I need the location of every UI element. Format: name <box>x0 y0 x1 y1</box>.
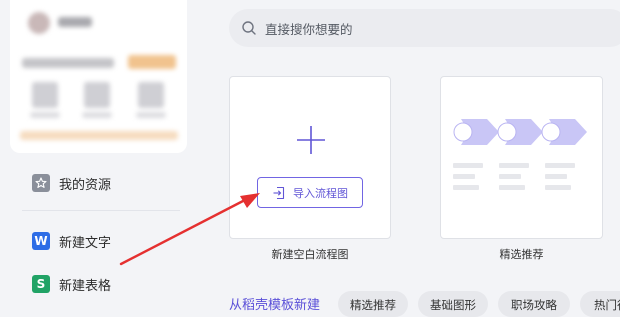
import-flowchart-button[interactable]: 导入流程图 <box>257 177 363 208</box>
stat-label-2 <box>82 112 112 118</box>
stat-block-1 <box>32 82 58 108</box>
promo-strip-redacted <box>20 131 178 140</box>
sidebar-item-label: 新建文字 <box>59 235 112 251</box>
sidebar: 我的资源 W 新建文字 S 新建表格 <box>0 0 197 309</box>
stat-label-3 <box>136 112 166 118</box>
wps-writer-icon: W <box>32 232 50 250</box>
search-placeholder: 直接搜你想要的 <box>265 21 353 37</box>
stat-label-1 <box>30 112 60 118</box>
new-blank-flowchart-card[interactable]: 导入流程图 <box>229 76 391 239</box>
new-blank-flowchart-caption: 新建空白流程图 <box>271 248 349 261</box>
import-flowchart-label: 导入流程图 <box>293 186 348 200</box>
featured-template-card[interactable] <box>440 76 603 239</box>
username-redacted <box>58 17 92 27</box>
sidebar-divider <box>22 210 180 211</box>
member-badge-redacted <box>128 55 176 69</box>
wps-sheet-icon: S <box>32 275 50 293</box>
search-input[interactable]: 直接搜你想要的 <box>229 9 620 47</box>
sidebar-item-new-document[interactable]: W 新建文字 <box>22 224 187 258</box>
stat-block-3 <box>138 82 164 108</box>
stat-block-2 <box>84 82 110 108</box>
template-section-title[interactable]: 从稻壳模板新建 <box>229 294 320 313</box>
sidebar-item-my-resources[interactable]: 我的资源 <box>22 166 187 200</box>
user-profile-card[interactable] <box>10 0 187 153</box>
sidebar-item-label: 新建表格 <box>59 278 112 294</box>
sidebar-item-label: 我的资源 <box>59 177 112 193</box>
avatar <box>28 12 50 34</box>
featured-template-caption: 精选推荐 <box>499 248 544 261</box>
template-chip-workplace[interactable]: 职场攻略 <box>498 291 570 317</box>
search-icon <box>242 21 256 35</box>
sidebar-item-new-spreadsheet[interactable]: S 新建表格 <box>22 267 187 301</box>
featured-template-thumbnail <box>453 119 587 190</box>
template-chip-popular[interactable]: 热门行 <box>580 291 620 317</box>
import-file-icon <box>273 186 285 199</box>
plus-icon <box>297 126 325 154</box>
template-chip-featured[interactable]: 精选推荐 <box>338 291 408 317</box>
account-info-redacted <box>22 58 114 68</box>
template-chip-basic-shapes[interactable]: 基础图形 <box>418 291 488 317</box>
star-box-icon <box>32 174 50 192</box>
